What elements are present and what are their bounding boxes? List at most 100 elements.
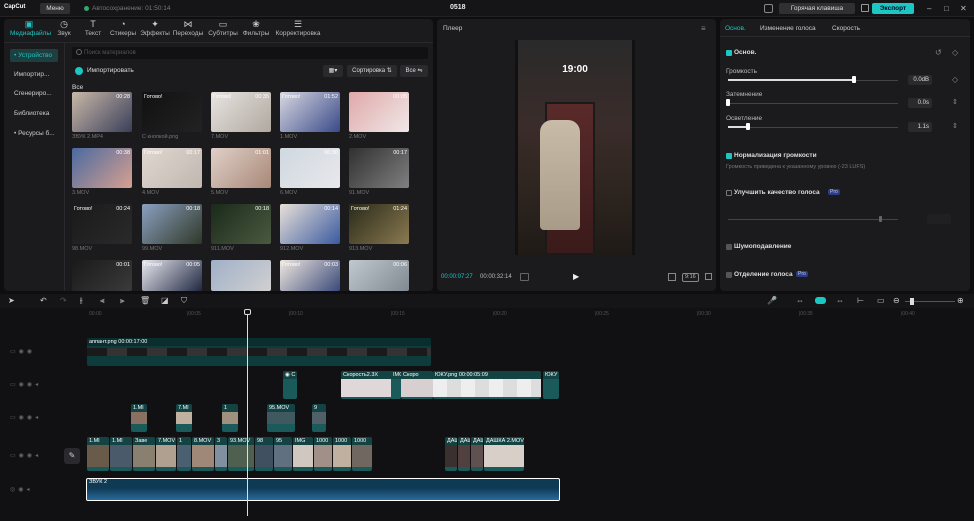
media-thumbnail[interactable]: 00:14 (280, 204, 340, 244)
hotkey-button[interactable]: Горячая клавиша (779, 3, 855, 14)
playhead-handle[interactable] (244, 309, 251, 315)
track-controls[interactable]: ▭◉◉◂ (10, 414, 41, 421)
fade-in-track[interactable] (728, 103, 898, 104)
fade-out-track[interactable] (728, 127, 898, 128)
sidebar-item-library[interactable]: Библиотека (10, 107, 58, 120)
media-thumbnail[interactable]: 00:18 (142, 204, 202, 244)
fade-in-knob[interactable] (726, 99, 730, 106)
video-clip[interactable]: 1.MI (131, 404, 147, 432)
overlay-clip[interactable]: Скорость2.3X (341, 371, 397, 399)
playhead[interactable] (247, 310, 248, 516)
main-track-clip[interactable]: ДАЩ (458, 437, 470, 471)
zoom-in-icon[interactable]: ⊕ (957, 296, 964, 305)
cover-edit-icon[interactable]: ✎ (64, 448, 80, 464)
close-icon[interactable]: ✕ (960, 4, 967, 13)
track-controls[interactable]: ▭◉◉◂ (10, 452, 41, 459)
main-track-clip[interactable]: 95 (274, 437, 292, 471)
main-track-clip[interactable]: IMG (293, 437, 313, 471)
video-clip[interactable]: 7.MI (176, 404, 192, 432)
media-thumbnail[interactable]: 00:18 (211, 204, 271, 244)
snap-icon[interactable]: ⇔ (836, 296, 844, 305)
main-track-clip[interactable]: ДАЩ (471, 437, 483, 471)
play-icon[interactable]: ▶ (573, 272, 579, 281)
fade-out-knob[interactable] (746, 123, 751, 130)
fullscreen-icon[interactable] (705, 273, 712, 280)
media-thumbnail[interactable]: Готово! 00:17 (142, 148, 202, 188)
media-thumbnail[interactable]: 00:30 (280, 148, 340, 188)
video-clip[interactable]: 9 (312, 404, 326, 432)
minimize-icon[interactable]: – (927, 4, 931, 13)
main-track-clip[interactable]: 7.MOV (156, 437, 176, 471)
voice-sep-checkbox[interactable] (726, 272, 732, 278)
link-icon[interactable]: ⇔ (796, 296, 804, 305)
enhance-voice-checkbox[interactable] (726, 190, 732, 196)
maximize-icon[interactable]: □ (944, 4, 949, 13)
import-button[interactable]: Импортировать (72, 65, 142, 77)
main-track-clip[interactable]: Заве (133, 437, 155, 471)
trim-right-icon[interactable]: ⫸ (120, 296, 125, 306)
overlay-clip[interactable]: ЮКУ.png 00:00:05:09 (433, 371, 541, 399)
magnet-toggle[interactable] (815, 297, 826, 304)
media-thumbnail[interactable] (211, 260, 271, 291)
tab-subtitles[interactable]: ▭ Субтитры (206, 19, 240, 37)
media-thumbnail[interactable]: Готово! 00:35 (211, 92, 271, 132)
menu-button[interactable]: Меню (40, 3, 70, 14)
timeline-ruler[interactable]: 00:00 |00:05 |00:10 |00:15 |00:20 |00:25… (87, 311, 974, 321)
track-controls[interactable]: ▭◉◉ (10, 348, 35, 355)
delete-icon[interactable]: 🗑 (140, 296, 150, 305)
microphone-icon[interactable]: 🎤 (767, 296, 777, 305)
search-input[interactable]: Поиск материалов (72, 47, 428, 59)
sidebar-item-resources[interactable]: • Ресурсы б... (10, 127, 58, 140)
redo-icon[interactable]: ↷ (60, 296, 67, 305)
aspect-ratio-button[interactable]: 9:16 (682, 273, 699, 282)
fade-out-value[interactable]: 1.1s (908, 122, 932, 132)
zoom-out-icon[interactable]: ⊖ (893, 296, 900, 305)
track-controls[interactable]: ◎◉◂ (10, 486, 32, 493)
split-icon[interactable]: ⫲ (80, 296, 83, 306)
timecode-icon[interactable] (520, 273, 529, 281)
main-track-clip[interactable]: 1.MI (110, 437, 132, 471)
video-preview[interactable]: 19:00 (515, 40, 635, 255)
overlay-clip[interactable]: ◉ C (283, 371, 297, 399)
filter-button[interactable]: Все ⇋ (400, 65, 428, 77)
media-thumbnail[interactable]: Готово! (142, 92, 202, 132)
reset-icon[interactable]: ↺ (935, 48, 942, 57)
sort-button[interactable]: Сортировка ⇅ (347, 65, 397, 77)
video-clip[interactable]: 1 (222, 404, 238, 432)
sidebar-item-imported[interactable]: Импортир... (10, 68, 58, 81)
basic-checkbox[interactable] (726, 50, 732, 56)
view-mode-button[interactable]: ▦▾ (323, 65, 343, 77)
volume-keyframe-icon[interactable]: ◇ (952, 75, 958, 84)
marker-icon[interactable]: ◪ (161, 296, 169, 305)
main-track-clip[interactable]: 1000 (333, 437, 351, 471)
media-thumbnail[interactable]: Готово! 00:05 (142, 260, 202, 291)
sticker-clip[interactable]: аппант.png 00:00:17:00 (87, 338, 431, 366)
tab-basic[interactable]: Основ. (725, 25, 746, 32)
media-thumbnail[interactable]: 00:28 (72, 92, 132, 132)
main-track-clip[interactable]: ДАШКА 2.MOV (484, 437, 524, 471)
main-track-clip[interactable]: 98 (255, 437, 273, 471)
main-track-clip[interactable]: 1.MI (87, 437, 109, 471)
tab-speed[interactable]: Скорость (832, 25, 860, 32)
select-tool-icon[interactable]: ➤ (8, 296, 15, 305)
fade-in-value[interactable]: 0.0s (908, 98, 932, 108)
main-track-clip[interactable]: 1000 (314, 437, 332, 471)
trim-left-icon[interactable]: ⫷ (100, 296, 105, 306)
media-thumbnail[interactable]: 00:38 (72, 148, 132, 188)
fade-in-stepper-icon[interactable]: ⇕ (952, 98, 958, 106)
media-thumbnail[interactable]: 00:06 (349, 260, 409, 291)
volume-knob[interactable] (851, 76, 856, 83)
tab-voice-change[interactable]: Изменение голоса (760, 25, 816, 32)
media-thumbnail[interactable]: 01:01 (211, 148, 271, 188)
sidebar-item-generated[interactable]: Сгенериро... (10, 87, 58, 100)
tab-adjust[interactable]: ☰ Корректировка (272, 19, 324, 37)
project-title[interactable]: 0518 (450, 4, 466, 11)
noise-checkbox[interactable] (726, 244, 732, 250)
export-button[interactable]: Экспорт (872, 3, 914, 14)
tab-transitions[interactable]: ⋈ Переходы (171, 19, 205, 37)
normalize-checkbox[interactable] (726, 153, 732, 159)
media-thumbnail[interactable]: 00:05 (349, 92, 409, 132)
media-thumbnail[interactable]: Готово! 00:03 (280, 260, 340, 291)
main-track-clip[interactable]: 1000 (352, 437, 372, 471)
tab-filters[interactable]: ❀ Фильтры (240, 19, 272, 37)
